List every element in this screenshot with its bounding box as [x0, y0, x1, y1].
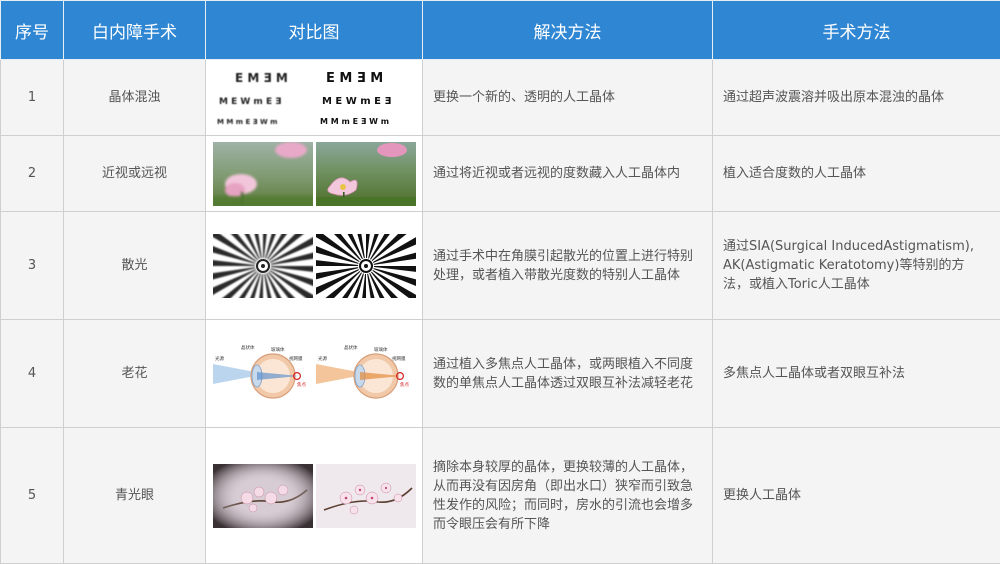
- row-name: 近视或远视: [64, 136, 206, 212]
- eye-chart-row: M M m E Ǝ W m: [320, 117, 389, 126]
- diagram-label-ciliary: 玻璃体: [374, 346, 388, 353]
- row-method: 通过超声波震溶并吸出原本混浊的晶体: [713, 60, 1000, 136]
- row-solution: 摘除本身较厚的晶体，更换较薄的人工晶体，从而再没有因房角（即出水口）狭窄而引致急…: [423, 428, 713, 564]
- comparison-image-astigmatism: [206, 212, 423, 320]
- header-method: 手术方法: [713, 1, 1000, 60]
- diagram-label-ciliary: 玻璃体: [271, 346, 285, 353]
- row-solution: 更换一个新的、透明的人工晶体: [423, 60, 713, 136]
- comparison-image-eye-chart: E M Ǝ M M E W m E Ǝ M M m E Ǝ W m E M Ǝ …: [206, 60, 423, 136]
- row-number: 2: [1, 136, 64, 212]
- eye-diagram-before: 晶状体 玻璃体 视网膜 光源 焦点: [213, 342, 313, 406]
- diagram-label-light: 光源: [215, 355, 224, 362]
- row-method: 植入适合度数的人工晶体: [713, 136, 1000, 212]
- row-name: 散光: [64, 212, 206, 320]
- header-comparison: 对比图: [206, 1, 423, 60]
- comparison-image-blossom: [206, 428, 423, 564]
- eye-chart-row: E M Ǝ M: [235, 71, 288, 85]
- eye-chart-blurry-image: E M Ǝ M M E W m E Ǝ M M m E Ǝ W m: [213, 66, 313, 130]
- row-method: 更换人工晶体: [713, 428, 1000, 564]
- row-number: 1: [1, 60, 64, 136]
- diagram-label-retina: 视网膜: [289, 355, 303, 362]
- blossom-clear-image: [316, 464, 416, 528]
- diagram-label-lens: 晶状体: [241, 344, 255, 351]
- row-number: 3: [1, 212, 64, 320]
- table-row: 4 老花 晶状体 玻璃体 视网膜 光源: [1, 320, 1000, 428]
- eye-chart-clear-image: E M Ǝ M M E W m E Ǝ M M m E Ǝ W m: [316, 66, 416, 130]
- table-row: 2 近视或远视: [1, 136, 1000, 212]
- astigmatism-clear-image: [316, 234, 416, 298]
- comparison-image-flower: [206, 136, 423, 212]
- comparison-table: 序号 白内障手术 对比图 解决方法 手术方法 1 晶体混浊 E M Ǝ M M …: [0, 0, 1000, 564]
- diagram-label-focus: 焦点: [400, 381, 409, 388]
- flower-blurry-image: [213, 142, 313, 206]
- eye-diagram-after: 晶状体 玻璃体 视网膜 光源 焦点: [316, 342, 416, 406]
- diagram-label-retina: 视网膜: [392, 355, 406, 362]
- astigmatism-blurry-image: [213, 234, 313, 298]
- header-solution: 解决方法: [423, 1, 713, 60]
- header-surgery: 白内障手术: [64, 1, 206, 60]
- table-row: 5 青光眼: [1, 428, 1000, 564]
- row-method: 多焦点人工晶体或者双眼互补法: [713, 320, 1000, 428]
- diagram-label-light: 光源: [318, 355, 327, 362]
- row-name: 老花: [64, 320, 206, 428]
- eye-chart-row: M E W m E Ǝ: [219, 97, 281, 107]
- eye-chart-row: M E W m E Ǝ: [322, 96, 391, 107]
- comparison-image-eye-diagram: 晶状体 玻璃体 视网膜 光源 焦点 晶状体: [206, 320, 423, 428]
- blossom-dark-vignette-image: [213, 464, 313, 528]
- row-number: 4: [1, 320, 64, 428]
- row-name: 青光眼: [64, 428, 206, 564]
- header-no: 序号: [1, 1, 64, 60]
- diagram-label-focus: 焦点: [297, 381, 306, 388]
- eye-chart-row: M M m E Ǝ W m: [217, 118, 277, 126]
- header-row: 序号 白内障手术 对比图 解决方法 手术方法: [1, 1, 1000, 60]
- row-solution: 通过将近视或者远视的度数藏入人工晶体内: [423, 136, 713, 212]
- row-name: 晶体混浊: [64, 60, 206, 136]
- row-number: 5: [1, 428, 64, 564]
- diagram-label-lens: 晶状体: [344, 344, 358, 351]
- table-row: 1 晶体混浊 E M Ǝ M M E W m E Ǝ M M m E Ǝ W m: [1, 60, 1000, 136]
- row-method: 通过SIA(Surgical InducedAstigmatism), AK(A…: [713, 212, 1000, 320]
- row-solution: 通过手术中在角膜引起散光的位置上进行特别处理，或者植入带散光度数的特别人工晶体: [423, 212, 713, 320]
- flower-clear-image: [316, 142, 416, 206]
- table-row: 3 散光 通过手: [1, 212, 1000, 320]
- row-solution: 通过植入多焦点人工晶体，或两眼植入不同度数的单焦点人工晶体透过双眼互补法减轻老花: [423, 320, 713, 428]
- eye-chart-row: E M Ǝ M: [326, 71, 383, 86]
